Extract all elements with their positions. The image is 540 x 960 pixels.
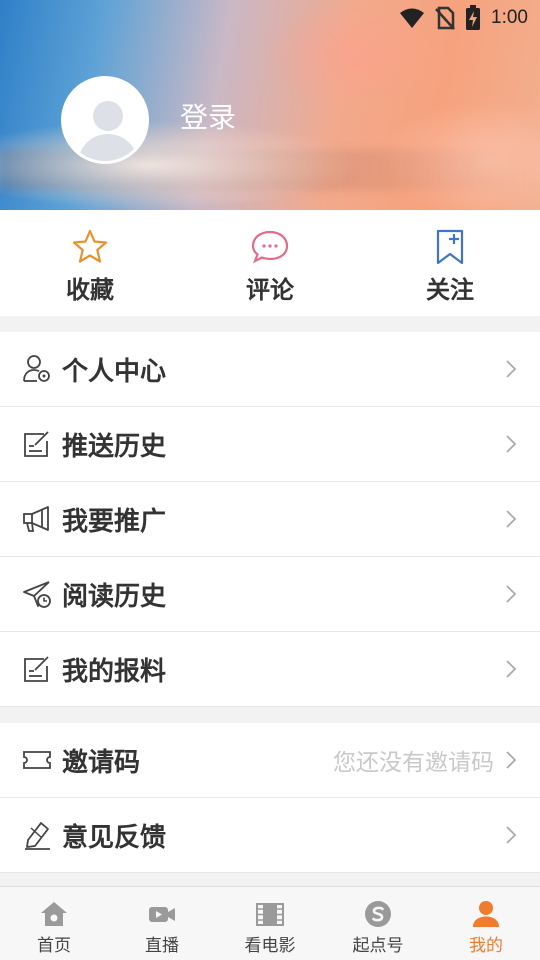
tab-label: 我的: [469, 936, 503, 956]
comments-label: 评论: [246, 275, 294, 304]
status-bar: 1:00: [399, 5, 528, 30]
menu-item-reading-history[interactable]: 阅读历史: [0, 557, 540, 632]
menu-group-2: 邀请码 您还没有邀请码 意见反馈: [0, 723, 540, 873]
menu-item-feedback[interactable]: 意见反馈: [0, 798, 540, 873]
menu-item-label: 邀请码: [62, 747, 141, 778]
edit-note-icon: [24, 431, 49, 457]
menu-item-label: 个人中心: [62, 356, 167, 387]
tab-mine[interactable]: 我的: [432, 887, 540, 960]
menu-item-label: 意见反馈: [62, 822, 167, 853]
tab-label: 直播: [145, 936, 179, 956]
tab-live[interactable]: 直播: [108, 887, 216, 960]
user-settings-icon: [23, 355, 50, 382]
follow-label: 关注: [426, 275, 474, 304]
menu-item-label: 阅读历史: [62, 581, 167, 612]
favorites-label: 收藏: [66, 275, 114, 304]
chevron-right-icon: [506, 826, 517, 844]
menu-item-personal-center[interactable]: 个人中心: [0, 332, 540, 407]
status-time: 1:00: [491, 7, 528, 28]
bookmark-plus-icon: [436, 229, 464, 265]
tab-label: 起点号: [352, 936, 404, 956]
chevron-right-icon: [506, 435, 517, 453]
menu-item-my-reports[interactable]: 我的报料: [0, 632, 540, 707]
pencil-icon: [25, 822, 50, 850]
bottom-tab-bar: 首页 直播 看电影 起点号 我的: [0, 886, 540, 960]
menu-item-promote[interactable]: 我要推广: [0, 482, 540, 557]
send-clock-icon: [23, 581, 51, 608]
no-sim-icon: [435, 6, 455, 30]
video-camera-icon: [149, 907, 175, 922]
comment-icon: [251, 230, 289, 264]
profile-header: 1:00 登录: [0, 0, 540, 210]
menu-item-label: 我要推广: [62, 506, 167, 537]
tab-label: 首页: [37, 936, 71, 956]
menu-item-label: 我的报料: [62, 656, 167, 687]
comments-button[interactable]: 评论: [180, 210, 360, 316]
home-icon: [41, 902, 67, 926]
wifi-icon: [400, 8, 425, 28]
battery-charging-icon: [466, 5, 481, 30]
tab-qidian[interactable]: 起点号: [324, 887, 432, 960]
film-icon: [256, 903, 284, 926]
follow-button[interactable]: 关注: [360, 210, 540, 316]
avatar-body: [78, 134, 138, 161]
menu-item-push-history[interactable]: 推送历史: [0, 407, 540, 482]
ticket-icon: [23, 751, 51, 769]
chevron-right-icon: [506, 510, 517, 528]
chevron-right-icon: [506, 585, 517, 603]
chevron-right-icon: [506, 360, 517, 378]
avatar-head: [93, 101, 123, 131]
menu-item-label: 推送历史: [62, 431, 167, 462]
avatar[interactable]: [61, 76, 149, 164]
edit-note-icon: [24, 656, 49, 682]
chevron-right-icon: [506, 751, 517, 769]
s-coin-icon: [365, 901, 391, 927]
invite-code-hint: 您还没有邀请码: [333, 750, 494, 776]
login-link[interactable]: 登录: [180, 96, 236, 136]
quick-actions: 收藏 评论 关注: [0, 210, 540, 316]
megaphone-icon: [23, 506, 49, 532]
favorites-button[interactable]: 收藏: [0, 210, 180, 316]
person-icon: [473, 901, 499, 927]
menu-group-1: 个人中心 推送历史 我要推广 阅读历史 我的报料: [0, 332, 540, 707]
star-icon: [72, 229, 108, 263]
chevron-right-icon: [506, 660, 517, 678]
tab-label: 看电影: [244, 936, 296, 956]
menu-item-invite-code[interactable]: 邀请码 您还没有邀请码: [0, 723, 540, 798]
tab-movies[interactable]: 看电影: [216, 887, 324, 960]
tab-home[interactable]: 首页: [0, 887, 108, 960]
